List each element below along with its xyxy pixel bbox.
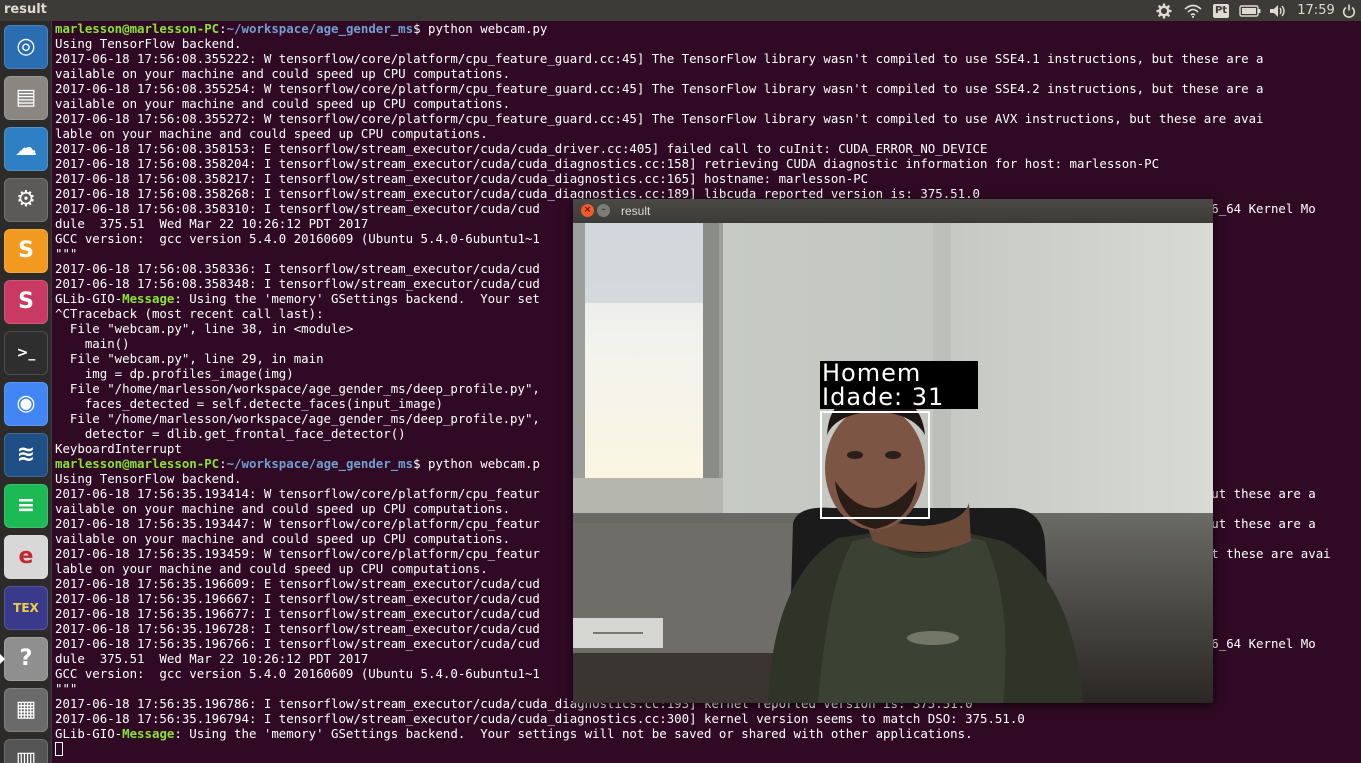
launcher-system-settings[interactable]: ⚙ — [4, 178, 48, 222]
launcher-messaging[interactable]: ☁ — [4, 127, 48, 171]
launcher-pdf-viewer[interactable]: e — [4, 535, 48, 579]
volume-icon[interactable] — [1268, 2, 1288, 19]
chrome-icon: ◉ — [16, 391, 36, 416]
prompt-path: ~/workspace/age_gender_ms — [226, 21, 414, 36]
launcher-texmaker[interactable]: TEX — [4, 586, 48, 630]
launcher-trash[interactable]: ▥ — [4, 739, 48, 763]
launcher-sublime-text[interactable]: S — [4, 229, 48, 273]
clock[interactable]: 17:59 — [1296, 2, 1336, 19]
terminal-line: 2017-06-18 17:56:08.358217: I tensorflow… — [55, 171, 869, 186]
prompt-path: ~/workspace/age_gender_ms — [226, 456, 414, 471]
wifi-icon[interactable] — [1182, 2, 1204, 19]
workspaces-icon: ▦ — [15, 697, 37, 722]
terminal-line: 2017-06-18 17:56:08.355272: W tensorflow… — [55, 111, 1264, 126]
launcher-chrome[interactable]: ◉ — [4, 382, 48, 426]
prompt-command: $ python webcam.p — [413, 456, 540, 471]
terminal-line — [55, 741, 1361, 756]
launcher-terminal[interactable]: >_ — [4, 331, 48, 375]
prompt-user: marlesson@marlesson-PC — [55, 456, 220, 471]
webcam-frame: Homem Idade: 31 — [573, 223, 1213, 703]
keyboard-layout-indicator[interactable]: Pt — [1210, 2, 1232, 19]
pdf-icon: e — [18, 544, 34, 569]
launcher-files[interactable]: ▤ — [4, 76, 48, 120]
terminal-line: lable on your machine and could speed up… — [55, 126, 488, 141]
terminal-line: vailable on your machine and could speed… — [55, 96, 511, 111]
launcher-mysql-workbench[interactable]: ≋ — [4, 433, 48, 477]
terminal-line: 2017-06-18 17:56:08.355254: W tensorflow… — [55, 81, 1264, 96]
close-icon[interactable]: × — [581, 204, 594, 217]
prompt-command: $ python webcam.py — [413, 21, 548, 36]
terminal-line: vailable on your machine and could speed… — [55, 66, 511, 81]
settings-tools-icon: ⚙ — [16, 187, 36, 212]
terminal-line: GLib-GIO-Message: Using the 'memory' GSe… — [55, 726, 973, 741]
window-titlebar[interactable]: × – result — [573, 199, 1213, 223]
active-indicator — [0, 654, 5, 664]
dolphin-icon: ≋ — [16, 442, 36, 467]
launcher-spotify[interactable]: ≡ — [4, 484, 48, 528]
prediction-label-box: Homem Idade: 31 — [820, 361, 978, 409]
terminal-line: 2017-06-18 17:56:08.358204: I tensorflow… — [55, 156, 1160, 171]
top-panel: result Pt 17:59 — [0, 0, 1361, 21]
launcher: ◎ ▤ ☁ ⚙ S S >_ ◉ ≋ ≡ e TEX? ▦ ▥ — [0, 21, 52, 763]
battery-icon[interactable] — [1238, 2, 1262, 19]
window-title: result — [621, 204, 651, 218]
ubuntu-logo-icon: ◎ — [16, 34, 36, 59]
active-app-title: result — [4, 2, 47, 17]
age-label: Idade: 31 — [822, 383, 945, 409]
trash-icon: ▥ — [15, 748, 37, 763]
terminal-line: 2017-06-18 17:56:35.196794: I tensorflow… — [55, 711, 1025, 726]
terminal-line: marlesson@marlesson-PC:~/workspace/age_g… — [55, 21, 548, 36]
tex-icon: TEX — [13, 601, 39, 615]
launcher-slack[interactable]: S — [4, 280, 48, 324]
minimize-icon[interactable]: – — [597, 204, 610, 217]
result-window[interactable]: × – result Homem Idade: 31 — [573, 199, 1213, 703]
slack-icon: S — [18, 289, 34, 314]
prompt-user: marlesson@marlesson-PC — [55, 21, 220, 36]
terminal-line: 2017-06-18 17:56:08.358153: E tensorflow… — [55, 141, 988, 156]
file-cabinet-icon: ▤ — [15, 85, 37, 110]
power-icon[interactable] — [1340, 2, 1358, 19]
spotify-icon: ≡ — [16, 493, 36, 518]
face-bounding-box — [820, 411, 930, 519]
terminal-line: Using TensorFlow backend. — [55, 36, 242, 51]
question-icon: ? — [19, 646, 33, 671]
launcher-workspaces[interactable]: ▦ — [4, 688, 48, 732]
launcher-unknown-app[interactable]: ? — [4, 637, 48, 681]
terminal-line: 2017-06-18 17:56:08.355222: W tensorflow… — [55, 51, 1264, 66]
terminal-icon: >_ — [16, 345, 36, 361]
sublime-icon: S — [18, 238, 34, 263]
chat-bubble-icon: ☁ — [15, 136, 37, 161]
launcher-ubuntu-dash[interactable]: ◎ — [4, 25, 48, 69]
gear-icon[interactable] — [1154, 2, 1174, 19]
terminal-cursor — [55, 742, 63, 756]
